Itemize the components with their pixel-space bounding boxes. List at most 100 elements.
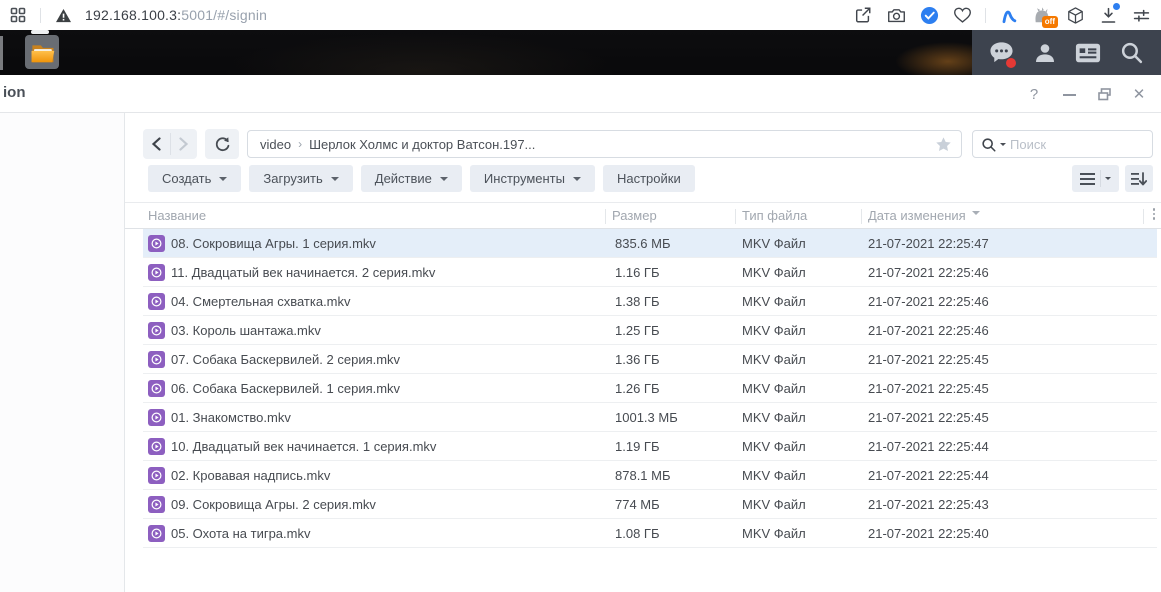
action-toolbar: Создать Загрузить Действие Инструменты Настр… [148,165,695,192]
video-file-icon [148,467,165,484]
breadcrumb-current[interactable]: Шерлок Холмс и доктор Ватсон.197... [309,137,535,152]
dsm-search-icon[interactable] [1118,39,1146,67]
browser-settings-sliders-icon[interactable] [1131,5,1151,25]
window-titlebar[interactable]: ion ? ✕ [0,75,1161,113]
file-type: MKV Файл [742,287,806,316]
notification-badge [1006,58,1016,68]
toolbar-button-label: Действие [375,171,432,186]
file-row[interactable]: 09. Сокровища Агры. 2 серия.mkv 774 МБ M… [143,490,1157,519]
file-size: 878.1 МБ [615,461,671,490]
refresh-button[interactable] [205,129,239,159]
file-row[interactable]: 03. Король шантажа.mkv 1.25 ГБ MKV Файл … [143,316,1157,345]
extensions-cube-icon[interactable] [1065,5,1085,25]
not-secure-warning-icon[interactable] [53,5,73,25]
file-name: 07. Собака Баскервилей. 2 серия.mkv [171,345,400,374]
browser-toolbar: 192.168.100.3:5001/#/signin [0,0,1161,30]
column-header-name[interactable]: Название [148,203,206,229]
toolbar-button-label: Настройки [617,171,681,186]
help-button[interactable]: ? [1026,86,1042,102]
file-row[interactable]: 06. Собака Баскервилей. 1 серия.mkv 1.26… [143,374,1157,403]
notifications-chat-icon[interactable] [987,39,1015,67]
forward-button[interactable] [171,129,198,159]
file-row[interactable]: 07. Собака Баскервилей. 2 серия.mkv 1.36… [143,345,1157,374]
minimize-button[interactable] [1061,86,1077,102]
view-mode-caret-icon [1105,177,1111,183]
file-type: MKV Файл [742,403,806,432]
divider [861,209,862,224]
toolbar-button-action[interactable]: Действие [361,165,462,192]
toolbar-button-settings[interactable]: Настройки [603,165,695,192]
toolbar-button-upload[interactable]: Загрузить [249,165,352,192]
downloads-icon[interactable] [1098,5,1118,25]
video-file-icon [148,235,165,252]
search-box[interactable] [972,130,1153,158]
restore-button[interactable] [1096,86,1112,102]
video-file-icon [148,264,165,281]
extension-off-icon[interactable]: off [1032,5,1052,25]
sort-direction-caret-icon [972,211,980,219]
screen: 192.168.100.3:5001/#/signin [0,0,1161,592]
back-button[interactable] [143,129,170,159]
toolbar-button-label: Загрузить [263,171,322,186]
file-size: 1.19 ГБ [615,432,659,461]
column-header-type[interactable]: Тип файла [742,203,807,229]
address-bar[interactable]: 192.168.100.3:5001/#/signin [85,7,267,23]
toolbar-button-tools[interactable]: Инструменты [470,165,595,192]
file-row[interactable]: 10. Двадцатый век начинается. 1 серия.mk… [143,432,1157,461]
caret-down-icon [573,177,581,185]
url-path: 5001/#/signin [181,7,267,23]
toolbar-button-label: Создать [162,171,211,186]
column-header-size[interactable]: Размер [612,203,657,229]
file-type: MKV Файл [742,229,806,258]
folder-tree-panel[interactable] [0,113,125,592]
search-scope-caret-icon[interactable] [1000,143,1006,149]
file-row[interactable]: 01. Знакомство.mkv 1001.3 МБ MKV Файл 21… [143,403,1157,432]
column-header-date[interactable]: Дата изменения [868,203,980,229]
search-input[interactable] [1010,137,1120,152]
sort-icon [1131,172,1147,186]
file-name: 02. Кровавая надпись.mkv [171,461,330,490]
history-nav-group [143,129,197,159]
file-browser-pane: video › Шерлок Холмс и доктор Ватсон.197… [125,113,1161,592]
file-station-taskbar-button[interactable] [25,35,59,69]
video-file-icon [148,351,165,368]
caret-down-icon [219,177,227,185]
protect-shield-icon[interactable] [919,5,939,25]
active-app-indicator [31,30,49,34]
file-row[interactable]: 02. Кровавая надпись.mkv 878.1 МБ MKV Фа… [143,461,1157,490]
view-mode-button[interactable] [1072,165,1119,192]
file-row[interactable]: 08. Сокровища Агры. 1 серия.mkv 835.6 МБ… [143,229,1157,258]
share-edit-icon[interactable] [853,5,873,25]
screenshot-camera-icon[interactable] [886,5,906,25]
file-list: 08. Сокровища Агры. 1 серия.mkv 835.6 МБ… [143,229,1157,548]
favorites-heart-icon[interactable] [952,5,972,25]
file-date: 21-07-2021 22:25:46 [868,287,989,316]
file-date: 21-07-2021 22:25:40 [868,519,989,548]
file-type: MKV Файл [742,432,806,461]
divider [985,8,986,23]
file-name: 10. Двадцатый век начинается. 1 серия.mk… [171,432,436,461]
file-row[interactable]: 05. Охота на тигра.mkv 1.08 ГБ MKV Файл … [143,519,1157,548]
breadcrumb[interactable]: video › Шерлок Холмс и доктор Ватсон.197… [247,130,962,158]
off-badge: off [1042,16,1058,28]
widgets-panel-icon[interactable] [1074,39,1102,67]
video-file-icon [148,525,165,542]
close-button[interactable]: ✕ [1131,86,1147,102]
video-file-icon [148,409,165,426]
file-date: 21-07-2021 22:25:46 [868,258,989,287]
alice-assistant-icon[interactable] [999,5,1019,25]
video-file-icon [148,380,165,397]
video-file-icon [148,496,165,513]
url-host: 192.168.100.3: [85,7,181,23]
file-row[interactable]: 11. Двадцатый век начинается. 2 серия.mk… [143,258,1157,287]
column-options-icon[interactable] [1153,208,1156,220]
divider [1143,209,1144,224]
toolbar-button-create[interactable]: Создать [148,165,241,192]
breadcrumb-root[interactable]: video [260,137,291,152]
file-row[interactable]: 04. Смертельная схватка.mkv 1.38 ГБ MKV … [143,287,1157,316]
tab-groups-icon[interactable] [8,5,28,25]
user-account-icon[interactable] [1031,39,1059,67]
sort-button[interactable] [1125,165,1153,192]
bookmark-star-icon[interactable] [935,136,952,156]
file-name: 11. Двадцатый век начинается. 2 серия.mk… [171,258,435,287]
